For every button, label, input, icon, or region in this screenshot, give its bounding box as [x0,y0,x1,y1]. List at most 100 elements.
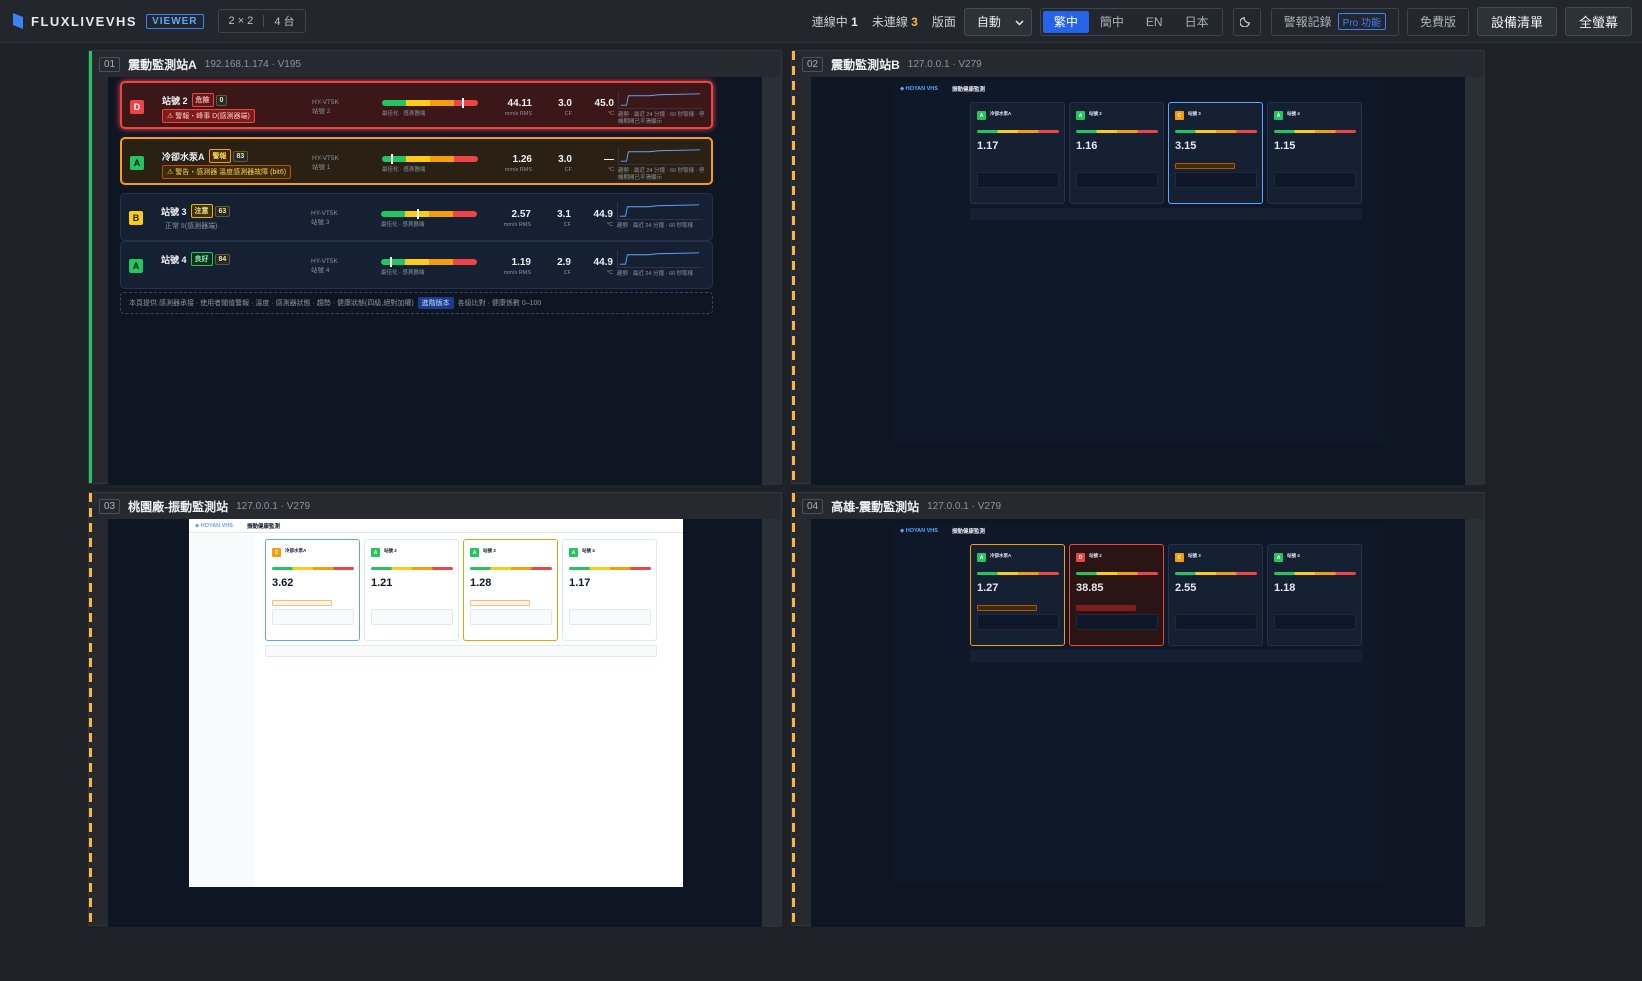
station-name: 站號 3 [1188,553,1201,558]
free-version-button[interactable]: 免費版 [1406,7,1469,36]
sensor-model: HY-VT5K 站號 4 [311,257,338,275]
mini-card-row: C 冷卻水泵A 3.62 A 站號 2 1.21 A 站號 3 1.28 A 站號 4 1.17 [265,539,657,641]
severity-marker [416,209,419,219]
mini-title: 振動健康監測 [246,523,280,530]
mini-station-card[interactable]: A 冷卻水泵A 1.17 [970,102,1065,204]
station-row[interactable]: B 站號 3 注意 63 正常 II(感測器端) HY-VT5K 站號 3 最佳化 · 感測器… [120,193,713,241]
scrollbar[interactable] [1465,519,1484,927]
severity-bar [1274,572,1356,575]
mini-station-card[interactable]: A 站號 3 1.28 [463,539,558,641]
panel-address: 127.0.0.1 · V279 [236,500,311,512]
alert-line [470,600,530,606]
mini-station-card[interactable]: C 站號 3 2.55 [1168,544,1263,646]
fullscreen-button[interactable]: 全螢幕 [1564,7,1632,36]
mini-station-card[interactable]: A 站號 4 1.17 [562,539,657,641]
trend-box [1274,614,1356,630]
station-name: 站號 4 [582,548,595,553]
velocity-value: 3.62 [272,577,294,589]
panel-screen[interactable]: D 站號 2 危險 0 ⚠ 警報・峰事 D(感測器端) HY-VT5K 站號 2 最佳化 · … [108,77,764,485]
station-name: 冷卻水泵A [285,548,307,553]
panel-header: 04 高雄-震動監測站 127.0.0.1 · V279 [802,497,1001,515]
panel-2: 02 震動監測站B 127.0.0.1 · V279 ◆ HOYAN VHS 振動… [791,50,1485,485]
device-list-button[interactable]: 設備清單 [1476,7,1557,36]
disconnected-stat: 未連線 3 [872,13,918,30]
mini-station-card[interactable]: C 冷卻水泵A 3.62 [265,539,360,641]
velocity-value: 2.57 [511,209,531,220]
mini-card-row: A 冷卻水泵A 1.17 A 站號 2 1.16 C 站號 3 3.15 A 站號 4 1.15 [970,102,1362,204]
trend-label: 趨勢 · 最近 24 分鐘 · 60 秒取樣 · 停機期間已平滑顯示 [618,168,705,181]
feature-footnote: 本頁提供:感測器承接 · 使用者閾值警報 · 溫度 · 感測器狀態 · 趨勢 ·… [120,292,713,314]
station-row[interactable]: A 站號 4 良好 84 HY-VT5K 站號 4 最佳化 · 感測器端 1.19 mm/s R… [120,241,713,289]
mini-footnote [265,645,657,657]
alert-text: 正常 II(感測器端) [165,223,218,230]
mini-station-card[interactable]: A 站號 2 1.21 [364,539,459,641]
severity-bar [1076,130,1158,133]
mini-station-card[interactable]: A 站號 2 1.16 [1069,102,1164,204]
sensor-model: HY-VT5K 站號 3 [311,209,338,227]
panel-number: 03 [99,498,121,514]
temperature-value: — [604,154,614,165]
panel-address: 127.0.0.1 · V279 [907,58,982,70]
lang-button[interactable]: EN [1135,11,1174,33]
alert-text: ⚠ 警報・峰事 D(感測器端) [162,109,255,123]
severity-bar [381,209,477,219]
remote-dashboard: ◆ HOYAN VHS 振動健康監測 C 冷卻水泵A 3.62 A 站號 2 1.21 A 站號 … [189,519,683,887]
trend-label: 趨勢 · 最近 24 分鐘 · 60 秒取樣 [617,271,694,277]
station-row[interactable]: A 冷卻水泵A 警報 83 ⚠ 警告・感測器 溫度感測器故障 (bit6) HY-VT5K… [120,137,713,185]
layout-select-value: 自動 [976,15,1001,29]
velocity-value: 1.15 [1274,140,1296,152]
station-name: 站號 2 危險 0 [162,93,228,107]
station-row[interactable]: D 站號 2 危險 0 ⚠ 警報・峰事 D(感測器端) HY-VT5K 站號 2 最佳化 · … [120,81,713,129]
footnote-text-2: 各級比對 · 健康係數 0–100 [457,300,542,307]
panel-title[interactable]: 桃園廠-振動監測站 [128,498,228,515]
mini-station-card[interactable]: C 站號 3 3.15 [1168,102,1263,204]
theme-toggle-button[interactable] [1232,7,1261,36]
crest-factor-unit: CF [563,270,571,276]
lang-button[interactable]: 簡中 [1089,11,1135,33]
velocity-value: 1.21 [371,577,393,589]
panel-screen[interactable]: ◆ HOYAN VHS 振動健康監測 C 冷卻水泵A 3.62 A 站號 2 1.21 A 站號 … [108,519,764,927]
mini-station-card[interactable]: A 站號 4 1.18 [1267,544,1362,646]
mini-station-card[interactable]: A 冷卻水泵A 1.27 [970,544,1065,646]
lang-button[interactable]: 日本 [1174,11,1220,33]
panel-title[interactable]: 震動監測站A [128,56,197,73]
scrollbar[interactable] [1465,77,1484,485]
logo-icon [13,13,23,29]
temperature-unit: °C [606,270,613,276]
lang-button[interactable]: 繁中 [1042,10,1089,33]
scrollbar[interactable] [762,77,781,485]
mini-station-card[interactable]: A 站號 4 1.15 [1267,102,1362,204]
layout-select[interactable]: 自動 [963,7,1032,36]
grade-badge: A [1076,111,1085,120]
app-logo: FLUXLIVEVHS VIEWER [13,13,204,29]
grade-badge: D [1076,553,1085,562]
velocity-unit: mm/s RMS [504,111,532,117]
layout-count: 4 台 [274,16,295,28]
panel-status-accent [89,493,92,925]
station-name: 站號 4 [1287,553,1300,558]
temperature-value: 45.0 [594,98,614,109]
station-name-text: 站號 4 [161,254,187,265]
grade-badge: C [1175,111,1184,120]
scrollbar[interactable] [762,519,781,927]
panel-title[interactable]: 震動監測站B [831,56,900,73]
mini-station-card[interactable]: D 站號 2 38.85 [1069,544,1164,646]
temperature-value: 44.9 [593,257,613,268]
status-badge: 危險 [191,93,214,107]
trend-box [1274,172,1356,188]
mini-footnote [970,208,1362,220]
station-name-text: 站號 2 [162,95,188,106]
alarm-log-label: 警報記錄 [1283,15,1332,29]
model-sub: 站號 4 [311,267,330,274]
severity-bar [381,257,477,267]
panel-1: 01 震動監測站A 192.168.1.174 · V195 D 站號 2 危險 0 ⚠… [88,50,782,485]
alarm-log-button[interactable]: 警報記錄 Pro 功能 [1270,7,1399,36]
trend-box [1175,614,1257,630]
sensor-model: HY-VT5K 站號 1 [312,154,339,172]
grade-badge: C [1175,553,1184,562]
panel-screen[interactable]: ◆ HOYAN VHS 振動健康監測 A 冷卻水泵A 1.27 D 站號 2 38.85 C 站號… [811,519,1467,927]
panel-screen[interactable]: ◆ HOYAN VHS 振動健康監測 A 冷卻水泵A 1.17 A 站號 2 1.16 C 站號 … [811,77,1467,485]
mini-title: 振動健康監測 [951,87,985,93]
panel-title[interactable]: 高雄-震動監測站 [831,498,919,515]
velocity-unit: mm/s RMS [504,167,532,173]
